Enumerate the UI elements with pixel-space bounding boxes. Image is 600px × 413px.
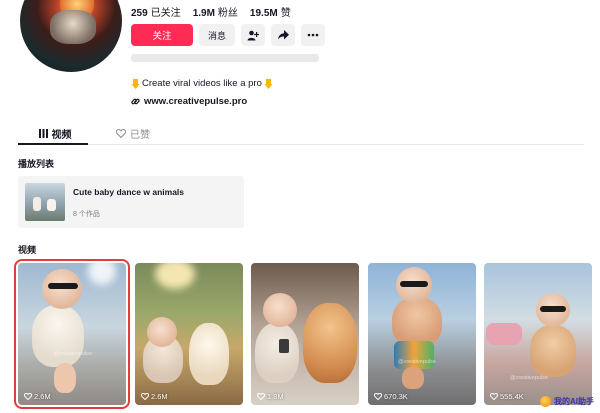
stat-followers-value: 1.9M — [192, 8, 215, 19]
phone — [279, 339, 289, 353]
heart-outline-icon — [257, 393, 265, 400]
message-button[interactable]: 消息 — [199, 24, 235, 46]
profile-tabs: 视频 已赞 — [18, 122, 170, 144]
sunglasses — [540, 306, 566, 312]
link-icon — [131, 98, 140, 105]
video-views-count: 1.8M — [267, 392, 284, 401]
stat-followers[interactable]: 1.9M 粉丝 — [193, 4, 238, 19]
video-card[interactable]: 1.8M — [251, 263, 359, 405]
video-watermark: @creativepulse — [510, 375, 548, 381]
stat-following[interactable]: 259 已关注 — [131, 4, 181, 19]
follow-button[interactable]: 关注 — [131, 24, 193, 46]
baby-body — [392, 297, 442, 347]
tab-liked[interactable]: 已赞 — [96, 122, 170, 144]
baby-legs — [402, 367, 424, 389]
stat-following-label: 已关注 — [150, 8, 181, 19]
baby-head — [263, 293, 297, 327]
grid-icon — [38, 128, 48, 138]
playlist-title: Cute baby dance w animals — [73, 187, 185, 197]
corner-watermark-logo: 我的AI助手 — [540, 396, 594, 407]
profile-stats: 259 已关注 1.9M 粉丝 19.5M 赞 — [131, 4, 291, 19]
video-views-count: 2.6M — [151, 392, 168, 401]
tab-videos-label: 视频 — [51, 129, 72, 141]
playlist-thumbnail — [25, 183, 65, 221]
pink-car — [486, 323, 522, 345]
more-dots-icon — [307, 33, 319, 37]
video-card[interactable]: @creativepulse 2.6M — [14, 259, 130, 409]
profile-link-text: www.creativepulse.pro — [144, 96, 248, 107]
stat-likes-value: 19.5M — [249, 8, 278, 19]
share-arrow-icon — [277, 30, 289, 40]
baby-head — [147, 317, 177, 347]
tab-videos[interactable]: 视频 — [18, 122, 92, 144]
tab-active-indicator — [18, 143, 88, 145]
video-card[interactable]: 2.6M — [135, 263, 243, 405]
stat-following-value: 259 — [131, 8, 148, 19]
profile-actions: 关注 消息 — [131, 24, 325, 46]
video-views: 670.3K — [374, 392, 408, 401]
video-views-count: 670.3K — [384, 392, 408, 401]
video-watermark: @creativepulse — [398, 359, 436, 365]
profile-avatar[interactable] — [20, 0, 122, 72]
video-views: 2.6M — [24, 392, 51, 401]
heart-outline-icon — [116, 128, 126, 138]
stat-likes-label: 赞 — [280, 8, 291, 19]
sunglasses — [400, 281, 428, 287]
stat-followers-label: 粉丝 — [217, 8, 238, 19]
add-friend-button[interactable] — [241, 24, 265, 46]
videos-section-title: 视频 — [18, 245, 37, 255]
profile-link[interactable]: www.creativepulse.pro — [131, 96, 247, 107]
more-button[interactable] — [301, 24, 325, 46]
baby-body — [32, 305, 84, 367]
cat — [303, 303, 357, 383]
bio-text: Create viral videos like a pro — [142, 78, 262, 89]
video-views: 2.6M — [141, 392, 168, 401]
baby-body — [255, 323, 299, 383]
video-views: 1.8M — [257, 392, 284, 401]
avatar-figure-art — [50, 10, 96, 44]
logo-icon — [540, 396, 551, 407]
profile-bio: Create viral videos like a pro — [131, 78, 273, 89]
video-card[interactable]: @creativepulse 670.3K — [368, 263, 476, 405]
video-thumbnail-sky — [88, 263, 116, 285]
video-views-count: 2.6M — [34, 392, 51, 401]
tab-divider — [18, 144, 584, 145]
video-views-count: 555.4K — [500, 392, 524, 401]
baby-head — [42, 269, 82, 309]
corner-watermark-text: 我的AI助手 — [554, 397, 594, 406]
video-watermark: @creativepulse — [54, 351, 92, 357]
baby-body — [530, 325, 576, 377]
heart-outline-icon — [490, 393, 498, 400]
baby-legs — [54, 363, 76, 393]
hand-pointing-down-icon — [131, 78, 140, 89]
video-views: 555.4K — [490, 392, 524, 401]
stat-likes: 19.5M 赞 — [250, 4, 291, 19]
heart-outline-icon — [141, 393, 149, 400]
video-card[interactable]: @creativepulse 555.4K — [484, 263, 592, 405]
heart-outline-icon — [24, 393, 32, 400]
playlist-count: 8 个作品 — [73, 211, 100, 218]
playlist-card[interactable]: Cute baby dance w animals 8 个作品 — [18, 176, 244, 228]
add-user-icon — [247, 30, 259, 40]
video-thumbnail-light — [155, 263, 195, 289]
sunglasses — [48, 283, 78, 289]
blurred-username — [131, 54, 319, 62]
hand-pointing-down-icon — [264, 78, 273, 89]
heart-outline-icon — [374, 393, 382, 400]
playlist-section-title: 播放列表 — [18, 159, 55, 169]
share-button[interactable] — [271, 24, 295, 46]
puppy — [189, 323, 229, 385]
tab-liked-label: 已赞 — [130, 129, 150, 141]
